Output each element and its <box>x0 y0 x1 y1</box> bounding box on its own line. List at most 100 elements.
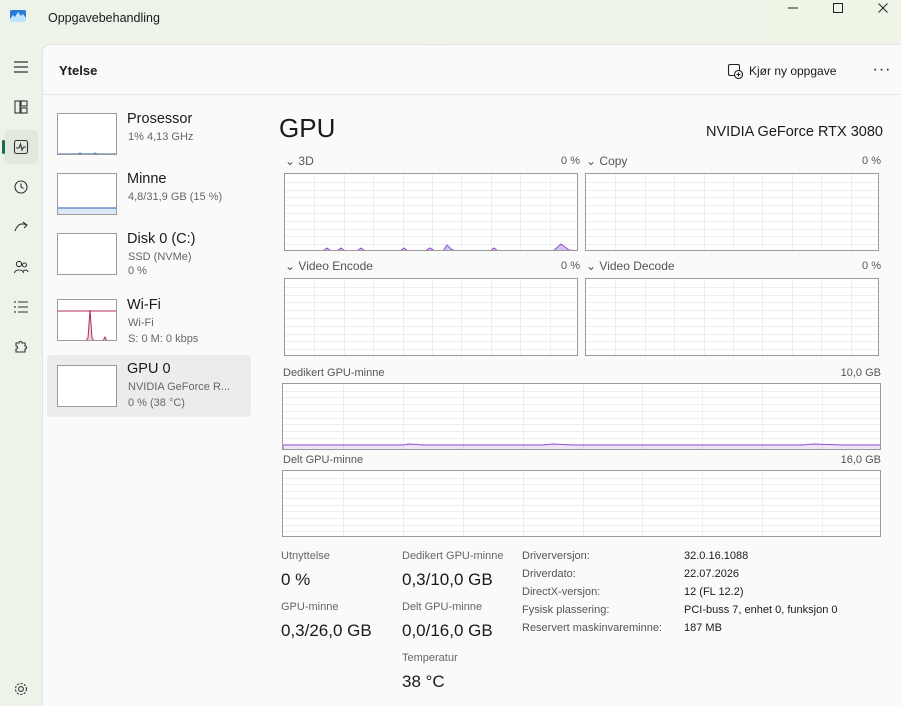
card-subtitle: 4,8/31,9 GB (15 %) <box>128 191 223 203</box>
chevron-down-icon: ⌄ <box>586 259 597 273</box>
stat-value: 38 °C <box>402 672 445 691</box>
chevron-down-icon: ⌄ <box>285 154 296 168</box>
shared-memory-graph <box>282 470 881 537</box>
hamburger-icon <box>14 61 28 73</box>
minimize-icon <box>788 7 798 9</box>
engine-3d-dropdown[interactable]: ⌄ 3D <box>285 154 314 168</box>
property-value: 187 MB <box>684 622 722 634</box>
card-title: Disk 0 (C:) <box>127 231 196 247</box>
card-subtitle-2: 0 % (38 °C) <box>128 397 185 409</box>
engine-value: 0 % <box>862 155 881 167</box>
engine-copy-graph <box>585 173 879 251</box>
more-options-button[interactable]: ··· <box>871 59 893 81</box>
stat-label: GPU-minne <box>281 601 339 613</box>
property-key: Fysisk plassering: <box>522 604 610 616</box>
engine-value: 0 % <box>561 155 580 167</box>
card-title: Minne <box>127 171 167 187</box>
resource-card-wifi[interactable]: Wi-Fi Wi-Fi S: 0 M: 0 kbps <box>47 291 251 353</box>
engine-video-decode-graph <box>585 278 879 356</box>
card-subtitle: SSD (NVMe) <box>128 251 192 263</box>
chevron-down-icon: ⌄ <box>586 154 597 168</box>
processor-thumbnail <box>57 113 117 155</box>
property-key: Driverdato: <box>522 568 576 580</box>
stat-value: 0 % <box>281 570 311 589</box>
stat-label: Utnyttelse <box>281 550 330 562</box>
navigation-rail <box>0 44 42 706</box>
new-task-icon <box>727 63 743 79</box>
gear-icon <box>14 682 28 696</box>
close-icon <box>878 3 888 13</box>
property-key: DirectX-versjon: <box>522 586 601 598</box>
card-subtitle-2: S: 0 M: 0 kbps <box>128 333 199 345</box>
property-value: PCI-buss 7, enhet 0, funksjon 0 <box>684 604 838 616</box>
stat-value: 0,3/26,0 GB <box>281 621 372 640</box>
card-subtitle-2: 0 % <box>128 265 147 277</box>
engine-copy-dropdown[interactable]: ⌄ Copy <box>586 154 627 168</box>
users-icon <box>13 260 29 274</box>
chevron-down-icon: ⌄ <box>285 259 296 273</box>
engine-label: Video Decode <box>599 259 675 273</box>
minimize-button[interactable] <box>770 0 816 16</box>
gpu-heading: GPU <box>279 113 336 143</box>
dedicated-memory-graph <box>282 383 881 450</box>
resource-card-disk[interactable]: Disk 0 (C:) SSD (NVMe) 0 % <box>47 225 251 287</box>
hamburger-menu-button[interactable] <box>4 50 38 84</box>
engine-label: 3D <box>298 154 314 168</box>
nav-services[interactable] <box>4 330 38 364</box>
engine-value: 0 % <box>862 260 881 272</box>
card-title: Prosessor <box>127 111 193 127</box>
engine-video-decode-dropdown[interactable]: ⌄ Video Decode <box>586 259 675 273</box>
main-content: Ytelse Kjør ny oppgave ··· Prosessor 1% … <box>42 44 901 706</box>
title-bar: Oppgavebehandling <box>0 0 901 44</box>
stat-label: Dedikert GPU-minne <box>402 550 504 562</box>
nav-settings[interactable] <box>4 672 38 706</box>
engine-video-encode-dropdown[interactable]: ⌄ Video Encode <box>285 259 373 273</box>
memory-thumbnail <box>57 173 117 215</box>
history-icon <box>14 180 28 194</box>
stat-value: 0,3/10,0 GB <box>402 570 493 589</box>
gpu-thumbnail <box>57 365 117 407</box>
nav-performance[interactable] <box>2 130 38 164</box>
nav-app-history[interactable] <box>4 170 38 204</box>
nav-startup-apps[interactable] <box>4 210 38 244</box>
property-key: Driverversjon: <box>522 550 590 562</box>
card-subtitle: 1% 4,13 GHz <box>128 131 194 143</box>
property-value: 12 (FL 12.2) <box>684 586 744 598</box>
nav-users[interactable] <box>4 250 38 284</box>
disk-thumbnail <box>57 233 117 275</box>
resource-card-memory[interactable]: Minne 4,8/31,9 GB (15 %) <box>47 165 251 227</box>
nav-processes[interactable] <box>4 90 38 124</box>
dedicated-memory-label: Dedikert GPU-minne <box>283 367 385 379</box>
services-puzzle-icon <box>15 341 27 353</box>
card-title: Wi-Fi <box>127 297 161 313</box>
engine-value: 0 % <box>561 260 580 272</box>
dedicated-memory-max: 10,0 GB <box>840 367 881 379</box>
processes-icon <box>14 100 28 114</box>
wifi-thumbnail <box>57 299 117 341</box>
page-title: Ytelse <box>59 63 98 78</box>
card-title: GPU 0 <box>127 361 171 377</box>
activity-trace <box>283 443 880 449</box>
window-title: Oppgavebehandling <box>48 11 160 25</box>
card-subtitle: Wi-Fi <box>128 317 154 329</box>
stat-value: 0,0/16,0 GB <box>402 621 493 640</box>
engine-label: Copy <box>599 154 628 168</box>
property-value: 22.07.2026 <box>684 568 740 580</box>
resource-card-gpu[interactable]: GPU 0 NVIDIA GeForce R... 0 % (38 °C) <box>47 355 251 417</box>
stat-label: Temperatur <box>402 652 458 664</box>
stat-label: Delt GPU-minne <box>402 601 483 613</box>
task-manager-app-icon <box>10 10 26 22</box>
resource-card-processor[interactable]: Prosessor 1% 4,13 GHz <box>47 105 251 167</box>
engine-label: Video Encode <box>298 259 373 273</box>
run-new-task-label: Kjør ny oppgave <box>749 64 837 78</box>
maximize-icon <box>833 3 843 13</box>
close-button[interactable] <box>860 0 901 16</box>
startup-icon <box>14 221 28 232</box>
nav-details[interactable] <box>4 290 38 324</box>
performance-icon <box>13 139 29 155</box>
activity-trace <box>323 243 575 250</box>
maximize-button[interactable] <box>815 0 861 16</box>
page-header: Ytelse Kjør ny oppgave ··· <box>43 45 901 95</box>
run-new-task-button[interactable]: Kjør ny oppgave <box>727 61 836 81</box>
engine-video-encode-graph <box>284 278 578 356</box>
